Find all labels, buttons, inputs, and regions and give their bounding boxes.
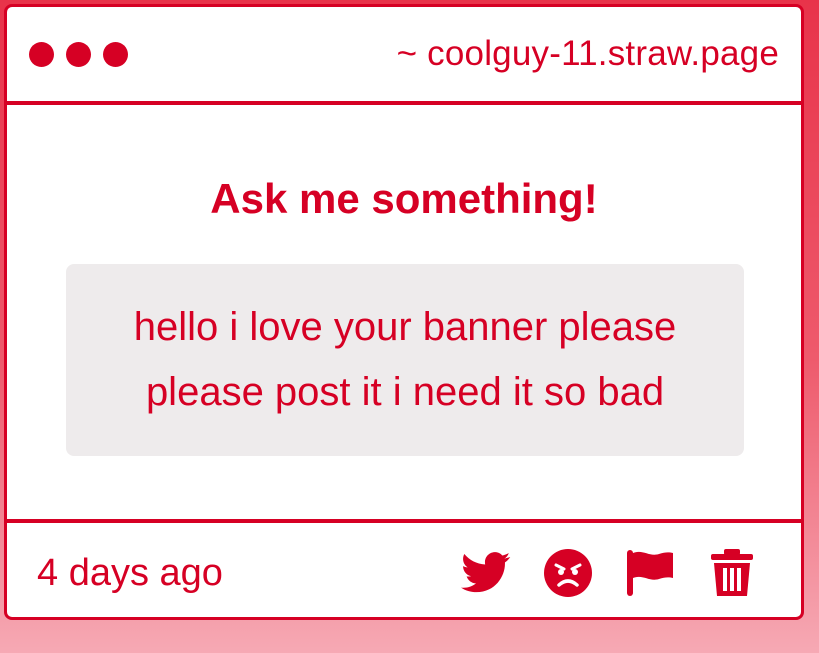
window-dots xyxy=(29,41,128,67)
react-angry-button[interactable] xyxy=(543,548,593,598)
twitter-icon xyxy=(461,552,511,593)
card-footer: 4 days ago xyxy=(7,519,801,617)
flag-icon xyxy=(627,550,673,596)
question-box: hello i love your banner please please p… xyxy=(66,264,744,456)
ask-card: ~ coolguy-11.straw.page Ask me something… xyxy=(4,4,804,620)
report-button[interactable] xyxy=(625,548,675,598)
delete-button[interactable] xyxy=(707,548,757,598)
timestamp: 4 days ago xyxy=(37,551,223,594)
angry-face-icon xyxy=(544,549,592,597)
window-dot xyxy=(66,41,91,67)
question-text: hello i love your banner please please p… xyxy=(133,305,677,414)
window-dot xyxy=(29,41,54,67)
action-bar xyxy=(461,548,757,598)
share-twitter-button[interactable] xyxy=(461,548,511,598)
card-body: Ask me something! hello i love your bann… xyxy=(7,105,801,519)
page-title: Ask me something! xyxy=(210,175,598,222)
window-dot xyxy=(103,41,128,67)
window-titlebar: ~ coolguy-11.straw.page xyxy=(7,7,801,105)
site-host-label[interactable]: ~ coolguy-11.straw.page xyxy=(397,34,779,74)
trash-icon xyxy=(711,549,753,596)
